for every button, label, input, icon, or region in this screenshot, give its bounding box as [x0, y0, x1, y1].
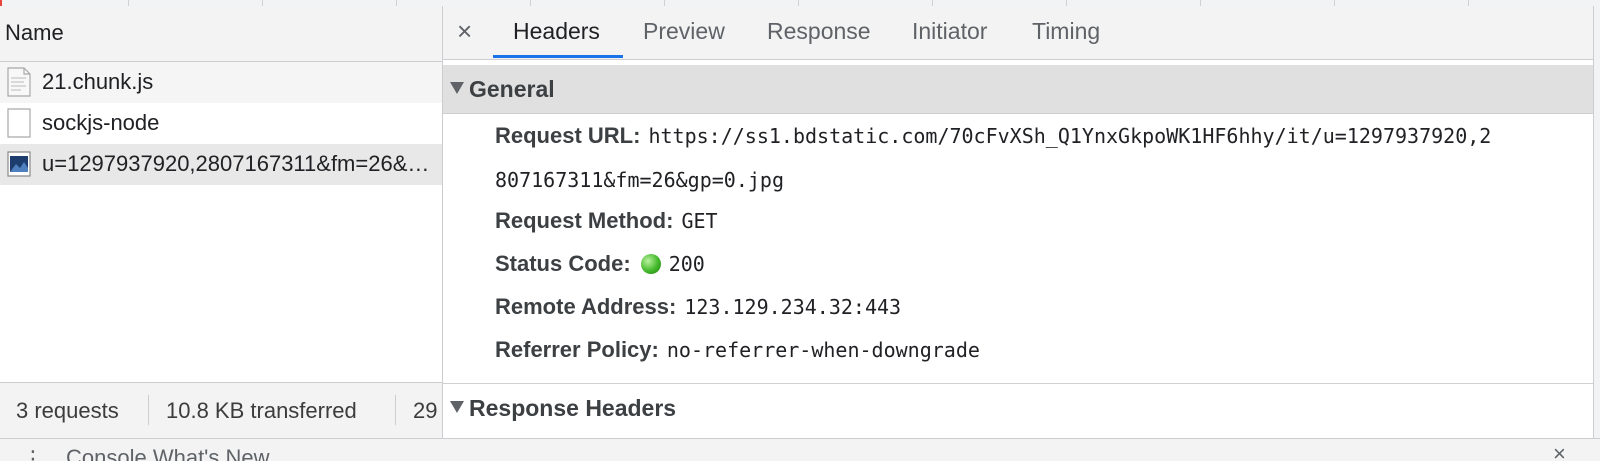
tab-timing[interactable]: Timing: [1032, 18, 1100, 45]
status-ok-icon: [640, 254, 661, 274]
tab-preview[interactable]: Preview: [643, 18, 725, 45]
remote-address-value: 123.129.234.32:443: [684, 295, 902, 319]
request-name: 21.chunk.js: [42, 69, 154, 94]
status-code-row: Status Code: 200: [495, 251, 705, 277]
request-row-selected[interactable]: u=1297937920,2807167311&fm=26&gp=0.jpg: [0, 144, 442, 185]
tab-response[interactable]: Response: [767, 18, 871, 45]
request-name: sockjs-node: [42, 110, 160, 135]
request-detail-pane: × Headers Preview Response Initiator Tim…: [443, 6, 1593, 438]
status-code-value: 200: [668, 252, 705, 276]
drawer-tabs[interactable]: Console What's New: [66, 445, 270, 461]
script-file-icon: [7, 67, 31, 97]
request-list-pane: Name 21.chunk.js sockjs-node u=129793792…: [0, 6, 443, 439]
vertical-scrollbar[interactable]: [1593, 6, 1600, 438]
section-title: Response Headers: [469, 395, 677, 421]
triangle-down-icon: [450, 82, 464, 94]
active-tab-indicator: [493, 55, 623, 58]
field-label: Remote Address:: [495, 294, 677, 319]
general-section-header[interactable]: General: [443, 65, 1593, 114]
triangle-down-icon: [450, 401, 464, 413]
close-icon[interactable]: ×: [457, 16, 472, 47]
image-file-icon: [7, 151, 31, 177]
more-options-icon[interactable]: ⋮: [22, 446, 44, 461]
field-label: Request URL:: [495, 123, 641, 148]
referrer-policy-value: no-referrer-when-downgrade: [666, 338, 980, 362]
request-row[interactable]: sockjs-node: [0, 103, 442, 144]
request-name: u=1297937920,2807167311&fm=26&gp=0.jpg: [42, 151, 432, 176]
response-headers-section-header[interactable]: Response Headers: [443, 383, 1593, 432]
field-label: Referrer Policy:: [495, 337, 659, 362]
request-method-row: Request Method: GET: [495, 208, 718, 234]
request-url-value: https://ss1.bdstatic.com/70cFvXSh_Q1YnxG…: [648, 124, 1492, 148]
tab-initiator[interactable]: Initiator: [912, 18, 987, 45]
resources-size: 29: [413, 398, 438, 423]
request-url-value-wrap: 807167311&fm=26&gp=0.jpg: [495, 168, 784, 192]
name-column-header[interactable]: Name: [0, 6, 442, 62]
field-label: Request Method:: [495, 208, 674, 233]
transferred-size: 10.8 KB transferred: [166, 398, 357, 423]
referrer-policy-row: Referrer Policy: no-referrer-when-downgra…: [495, 337, 980, 363]
network-summary-bar: 3 requests 10.8 KB transferred 29: [0, 382, 442, 439]
request-method-value: GET: [681, 209, 718, 233]
close-drawer-icon[interactable]: ×: [1553, 441, 1566, 461]
tab-headers[interactable]: Headers: [513, 18, 600, 45]
remote-address-row: Remote Address: 123.129.234.32:443: [495, 294, 901, 320]
section-title: General: [469, 76, 555, 102]
field-label: Status Code:: [495, 251, 631, 276]
request-url-row: Request URL: https://ss1.bdstatic.com/70c…: [495, 123, 1491, 149]
blank-file-icon: [7, 108, 31, 138]
request-count: 3 requests: [16, 398, 119, 423]
name-column-label: Name: [5, 20, 64, 45]
bottom-drawer: ⋮ Console What's New ×: [0, 438, 1600, 461]
divider: [148, 395, 149, 425]
request-row[interactable]: 21.chunk.js: [0, 62, 442, 103]
detail-tabs: × Headers Preview Response Initiator Tim…: [443, 6, 1593, 60]
divider: [395, 395, 396, 425]
